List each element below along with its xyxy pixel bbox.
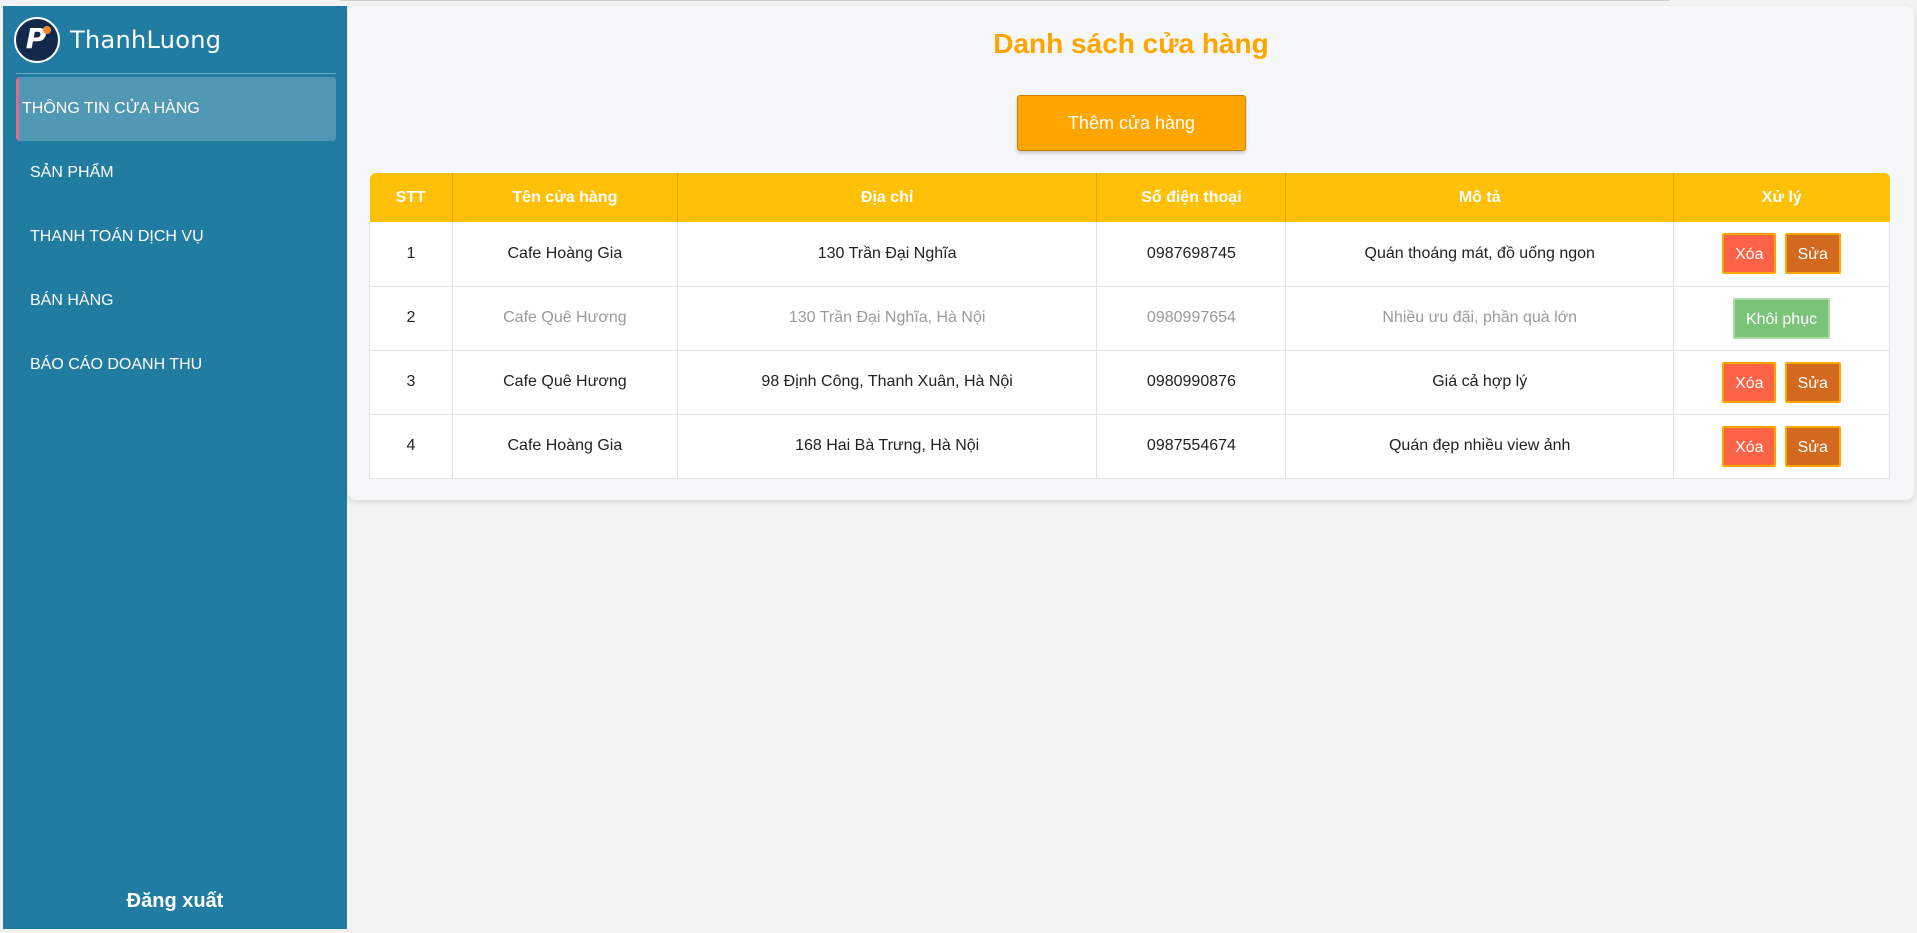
cell-address: 98 Định Công, Thanh Xuân, Hà Nội — [677, 350, 1098, 415]
header-description: Mô tả — [1285, 173, 1675, 222]
main-panel: Danh sách cửa hàng Thêm cửa hàng STT Tên… — [348, 6, 1914, 500]
cell-actions: Xóa Sửa — [1673, 414, 1890, 479]
brand-divider — [16, 73, 336, 74]
header-phone: Số điện thoại — [1096, 173, 1287, 222]
table-row: 2 Cafe Quê Hương 130 Trần Đại Nghĩa, Hà … — [369, 286, 1890, 351]
table-header-row: STT Tên cửa hàng Địa chỉ Số điện thoại M… — [369, 173, 1890, 222]
page-title: Danh sách cửa hàng — [993, 28, 1269, 59]
delete-button[interactable]: Xóa — [1722, 361, 1777, 403]
cell-description: Quán đẹp nhiều view ảnh — [1285, 414, 1675, 479]
cell-store-name: Cafe Quê Hương — [452, 286, 678, 351]
delete-button[interactable]: Xóa — [1722, 233, 1777, 275]
cell-stt: 4 — [369, 414, 453, 479]
table-row: 3 Cafe Quê Hương 98 Định Công, Thanh Xuâ… — [369, 350, 1890, 415]
delete-button[interactable]: Xóa — [1722, 425, 1777, 467]
header-address: Địa chỉ — [677, 173, 1098, 222]
sidebar-item-revenue-report[interactable]: BÁO CÁO DOANH THU — [16, 333, 336, 397]
sidebar-item-sales[interactable]: BÁN HÀNG — [16, 269, 336, 333]
brand-logo-icon: P — [14, 17, 60, 63]
cell-actions: Xóa Sửa — [1673, 350, 1890, 415]
edit-button[interactable]: Sửa — [1784, 361, 1841, 403]
edit-button[interactable]: Sửa — [1784, 425, 1841, 467]
cell-stt: 2 — [369, 286, 453, 351]
cell-stt: 3 — [369, 350, 453, 415]
logout-button[interactable]: Đăng xuất — [3, 890, 347, 913]
sidebar-item-store-info[interactable]: THÔNG TIN CỬA HÀNG — [16, 77, 336, 141]
brand[interactable]: P ThanhLuong — [14, 16, 221, 64]
cell-store-name: Cafe Quê Hương — [452, 350, 678, 415]
window-top-edge — [340, 0, 1670, 1]
cell-description: Giá cả hợp lý — [1285, 350, 1675, 415]
header-stt: STT — [369, 173, 453, 222]
cell-phone: 0987554674 — [1096, 414, 1287, 479]
table-row: 4 Cafe Hoàng Gia 168 Hai Bà Trưng, Hà Nộ… — [369, 414, 1890, 479]
sidebar: P ThanhLuong THÔNG TIN CỬA HÀNG SẢN PHẨM… — [3, 6, 347, 929]
sidebar-nav: THÔNG TIN CỬA HÀNG SẢN PHẨM THANH TOÁN D… — [16, 77, 336, 397]
cell-phone: 0980997654 — [1096, 286, 1287, 351]
header-store-name: Tên cửa hàng — [452, 173, 678, 222]
cell-store-name: Cafe Hoàng Gia — [452, 222, 678, 287]
store-table: STT Tên cửa hàng Địa chỉ Số điện thoại M… — [369, 173, 1890, 479]
cell-description: Nhiều ưu đãi, phần quà lớn — [1285, 286, 1675, 351]
cell-store-name: Cafe Hoàng Gia — [452, 414, 678, 479]
edit-button[interactable]: Sửa — [1784, 233, 1841, 275]
cell-actions: Khôi phục — [1673, 286, 1890, 351]
cell-address: 130 Trần Đại Nghĩa, Hà Nội — [677, 286, 1098, 351]
cell-address: 130 Trần Đại Nghĩa — [677, 222, 1098, 287]
cell-actions: Xóa Sửa — [1673, 222, 1890, 287]
cell-phone: 0980990876 — [1096, 350, 1287, 415]
restore-button[interactable]: Khôi phục — [1733, 297, 1831, 339]
add-store-button[interactable]: Thêm cửa hàng — [1017, 95, 1246, 151]
sidebar-item-service-payment[interactable]: THANH TOÁN DỊCH VỤ — [16, 205, 336, 269]
header-actions: Xử lý — [1761, 188, 1802, 206]
store-table-container: STT Tên cửa hàng Địa chỉ Số điện thoại M… — [369, 173, 1890, 479]
sidebar-item-products[interactable]: SẢN PHẨM — [16, 141, 336, 205]
cell-phone: 0987698745 — [1096, 222, 1287, 287]
cell-stt: 1 — [369, 222, 453, 287]
table-row: 1 Cafe Hoàng Gia 130 Trần Đại Nghĩa 0987… — [369, 222, 1890, 287]
cell-description: Quán thoáng mát, đồ uống ngon — [1285, 222, 1675, 287]
brand-logo-dot — [43, 26, 51, 34]
cell-address: 168 Hai Bà Trưng, Hà Nội — [677, 414, 1098, 479]
brand-name: ThanhLuong — [70, 26, 222, 54]
